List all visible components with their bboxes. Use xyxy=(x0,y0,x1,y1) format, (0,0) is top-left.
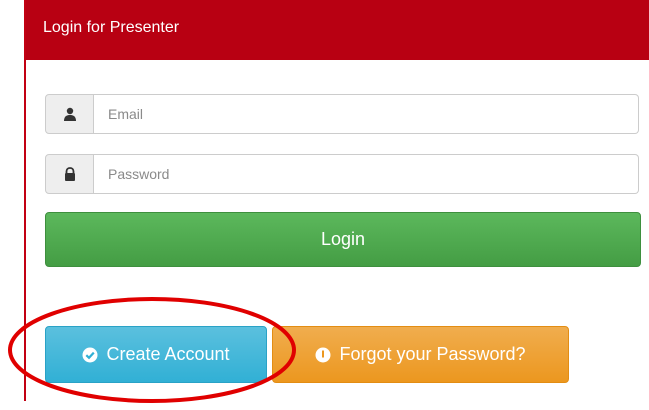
info-circle-icon xyxy=(315,347,331,363)
password-input-group: Password xyxy=(45,154,639,194)
check-circle-icon xyxy=(82,347,98,363)
login-button[interactable]: Login xyxy=(45,212,641,267)
forgot-password-label: Forgot your Password? xyxy=(339,344,526,364)
login-button-label: Login xyxy=(320,229,366,249)
email-input-group: Email xyxy=(45,94,639,134)
email-field[interactable]: Email xyxy=(94,94,639,134)
forgot-password-button[interactable]: Forgot your Password? xyxy=(272,326,569,383)
login-panel: Login for Presenter Email Password Login xyxy=(24,0,649,401)
user-icon xyxy=(45,94,94,134)
password-field[interactable]: Password xyxy=(94,154,639,194)
panel-title: Login for Presenter xyxy=(43,19,180,36)
create-account-label: Create Account xyxy=(106,344,230,364)
panel-header: Login for Presenter xyxy=(26,0,649,60)
lock-icon xyxy=(45,154,94,194)
create-account-button[interactable]: Create Account xyxy=(45,326,267,383)
